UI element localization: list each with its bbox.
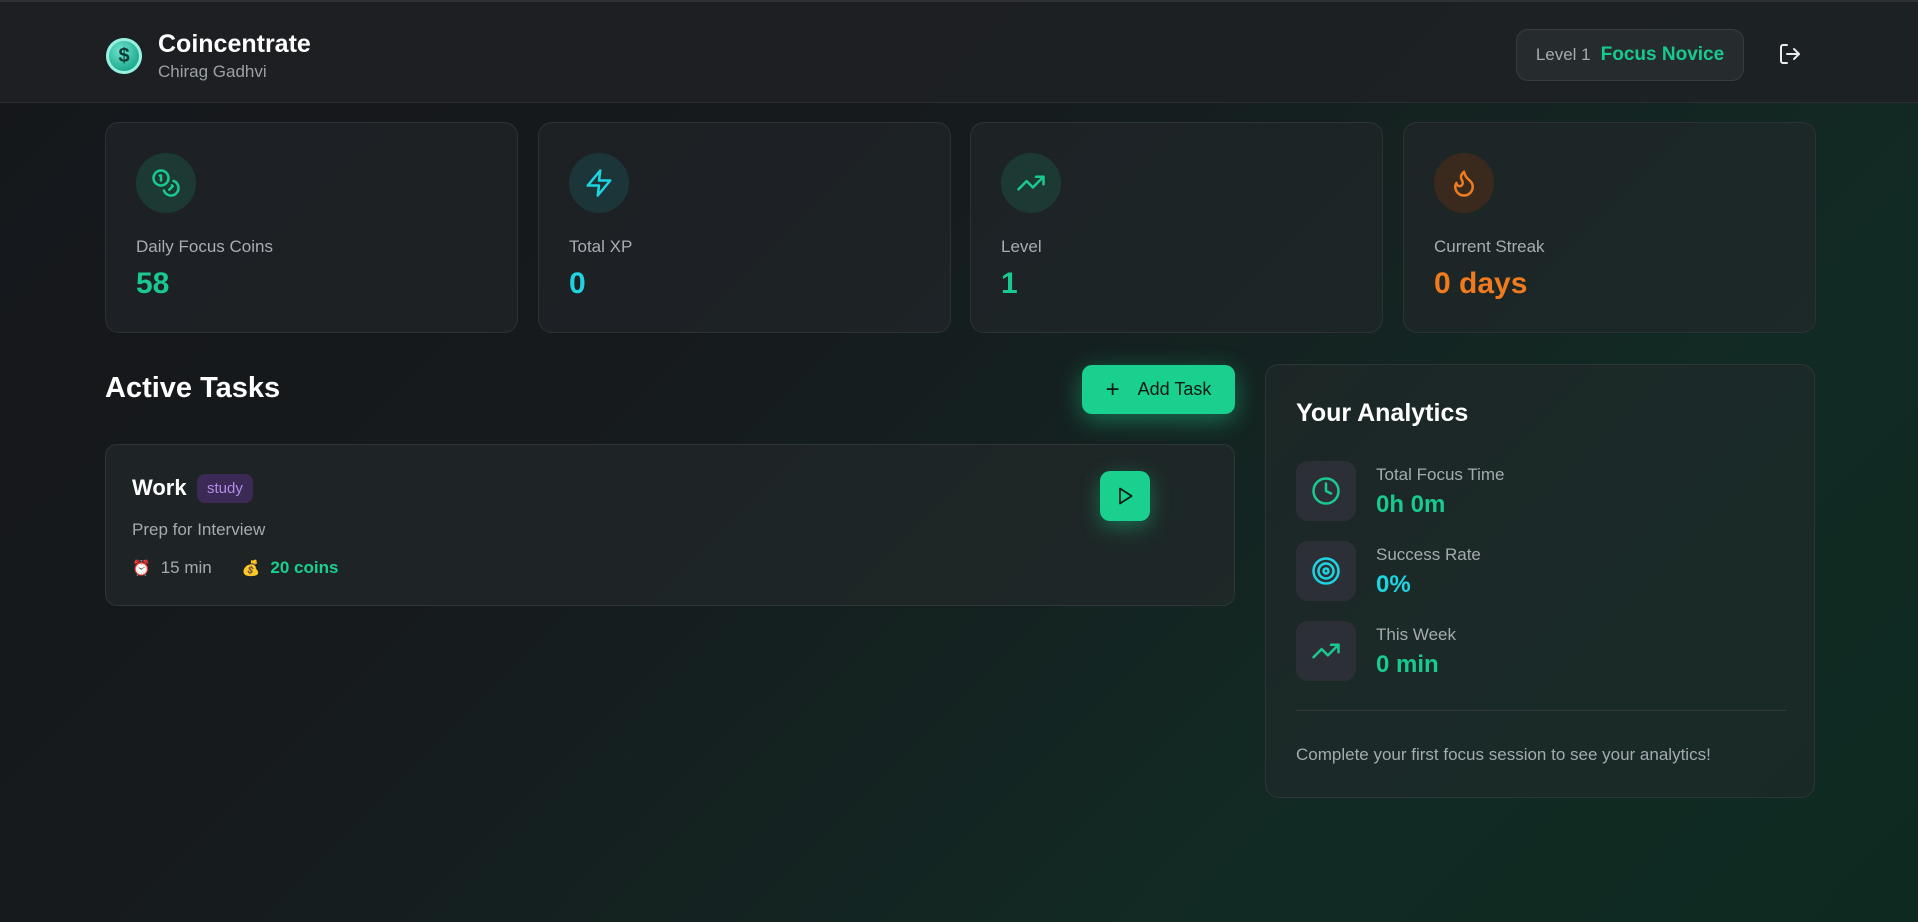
- stat-card-xp: Total XP 0: [538, 122, 951, 333]
- active-tasks-title: Active Tasks: [105, 372, 281, 404]
- alarm-clock-icon: ⏰: [132, 560, 151, 577]
- metric-value: 0h 0m: [1376, 491, 1446, 518]
- stat-label: Daily Focus Coins: [136, 237, 273, 256]
- metric-success-rate: Success Rate 0%: [1296, 541, 1786, 601]
- task-coins: 20 coins: [270, 558, 339, 577]
- add-task-label: Add Task: [1137, 379, 1212, 399]
- flame-icon: [1434, 153, 1494, 213]
- task-category-badge: study: [197, 474, 253, 503]
- metric-label: This Week: [1376, 625, 1456, 644]
- stat-label: Current Streak: [1434, 237, 1545, 256]
- rank-label: Focus Novice: [1600, 44, 1725, 65]
- start-task-button[interactable]: [1100, 471, 1150, 521]
- app-title: Coincentrate: [158, 30, 311, 58]
- metric-this-week: This Week 0 min: [1296, 621, 1786, 681]
- brand: $ Coincentrate Chirag Gadhvi: [106, 29, 311, 83]
- trending-up-icon: [1001, 153, 1061, 213]
- level-badge: Level 1 Focus Novice: [1516, 29, 1744, 81]
- logout-icon[interactable]: [1778, 42, 1802, 66]
- target-icon: [1296, 541, 1356, 601]
- task-description: Prep for Interview: [132, 520, 266, 539]
- trending-up-icon: [1296, 621, 1356, 681]
- stat-card-level: Level 1: [970, 122, 1383, 333]
- stat-card-streak: Current Streak 0 days: [1403, 122, 1816, 333]
- add-task-button[interactable]: + Add Task: [1082, 365, 1235, 414]
- lightning-icon: [569, 153, 629, 213]
- stat-card-coins: Daily Focus Coins 58: [105, 122, 518, 333]
- level-label: Level 1: [1535, 45, 1591, 64]
- metric-value: 0 min: [1376, 651, 1439, 678]
- top-bar: $ Coincentrate Chirag Gadhvi Level 1 Foc…: [0, 0, 1918, 103]
- analytics-title: Your Analytics: [1296, 399, 1469, 427]
- analytics-panel: Your Analytics Total Focus Time 0h 0m Su…: [1265, 364, 1815, 798]
- divider: [1296, 710, 1786, 711]
- analytics-empty-message: Complete your first focus session to see…: [1296, 745, 1711, 764]
- plus-icon: +: [1105, 375, 1120, 403]
- stat-value: 58: [136, 267, 170, 300]
- metric-label: Total Focus Time: [1376, 465, 1505, 484]
- metric-label: Success Rate: [1376, 545, 1481, 564]
- task-title: Work: [132, 475, 187, 500]
- task-duration: 15 min: [160, 558, 212, 577]
- stat-value: 0 days: [1434, 267, 1528, 300]
- metric-value: 0%: [1376, 571, 1411, 598]
- task-card[interactable]: Work study Prep for Interview ⏰ 15 min 💰…: [105, 444, 1235, 606]
- play-icon: [1119, 487, 1133, 505]
- user-name: Chirag Gadhvi: [158, 62, 267, 81]
- metric-total-focus-time: Total Focus Time 0h 0m: [1296, 461, 1786, 521]
- stat-label: Total XP: [569, 237, 633, 256]
- money-bag-icon: 💰: [241, 560, 261, 577]
- coin-logo-icon: $: [106, 38, 142, 74]
- clock-icon: [1296, 461, 1356, 521]
- stat-value: 0: [569, 267, 586, 300]
- coins-icon: [136, 153, 196, 213]
- stat-value: 1: [1001, 267, 1018, 300]
- stat-label: Level: [1001, 237, 1042, 256]
- task-meta: ⏰ 15 min 💰 20 coins: [132, 558, 338, 578]
